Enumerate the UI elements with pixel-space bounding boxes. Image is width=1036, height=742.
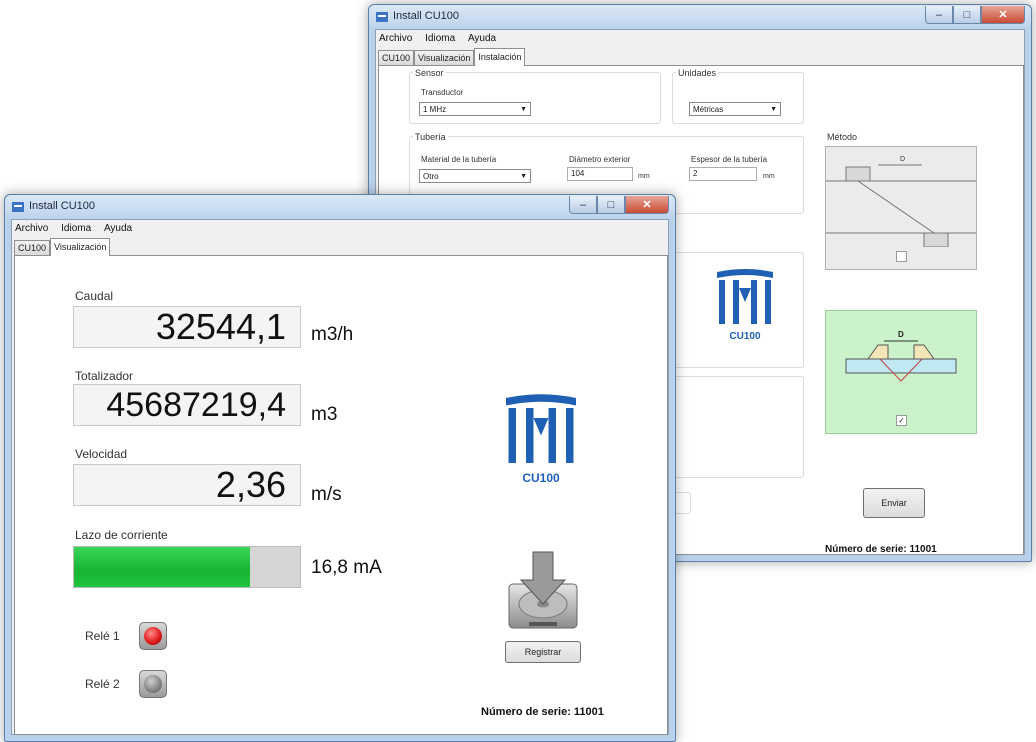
tuberia-group-label: Tubería (413, 132, 448, 142)
maximize-icon: □ (963, 8, 971, 21)
registrar-button[interactable]: Registrar (505, 641, 581, 663)
rele-1-led (144, 627, 162, 645)
hard-drive-icon (505, 550, 581, 632)
enviar-button[interactable]: Enviar (863, 488, 925, 518)
back-tab-strip: CU100 Visualización Instalación (378, 48, 526, 66)
visualizacion-panel: Caudal 32544,1 m3/h Totalizador 45687219… (14, 255, 668, 735)
tab-cu100[interactable]: CU100 (378, 50, 415, 65)
transductor-select[interactable]: 1 MHz ▼ (419, 102, 531, 116)
rele-2-indicator (139, 670, 167, 698)
method-diagram-2[interactable]: D ✓ (825, 310, 977, 434)
pipe-diagram-grey: D (826, 156, 976, 248)
sensor-group (409, 72, 661, 124)
chevron-down-icon: ▼ (520, 106, 527, 113)
method-diagram-1[interactable]: D (825, 146, 977, 270)
back-title-bar[interactable]: Install CU100 – □ ✕ (369, 5, 1031, 29)
front-serial-number: Número de serie: 11001 (481, 706, 604, 718)
unidades-group-label: Unidades (676, 68, 719, 78)
maximize-button[interactable]: □ (597, 196, 625, 214)
caudal-label: Caudal (75, 289, 114, 303)
back-menu-bar: Archivo Idioma Ayuda (376, 30, 1024, 47)
menu-idioma[interactable]: Idioma (425, 33, 455, 44)
method-2-checkbox[interactable]: ✓ (896, 415, 907, 426)
unidades-select[interactable]: Métricas ▼ (689, 102, 781, 116)
totalizador-unit: m3 (311, 404, 338, 425)
velocidad-label: Velocidad (75, 447, 128, 461)
espesor-input[interactable]: 2 (689, 167, 757, 181)
cu100-logo-back: CU100 (713, 266, 777, 346)
cu100-logo-text: CU100 (522, 471, 560, 485)
caudal-value: 32544,1 (73, 306, 301, 348)
sensor-group-label: Sensor (413, 68, 446, 78)
back-window-title: Install CU100 (393, 10, 460, 22)
front-menu-bar: Archivo Idioma Ayuda (12, 220, 668, 237)
menu-idioma[interactable]: Idioma (61, 223, 91, 234)
lazo-progress-bar (73, 546, 301, 588)
front-window: Install CU100 – □ ✕ Archivo Idioma Ayuda… (4, 194, 676, 742)
close-icon: ✕ (998, 9, 1008, 21)
espesor-unit: mm (763, 173, 775, 180)
menu-archivo[interactable]: Archivo (15, 223, 48, 234)
lazo-label: Lazo de corriente (75, 528, 168, 542)
caudal-unit: m3/h (311, 324, 354, 345)
tab-instalacion[interactable]: Instalación (474, 48, 526, 66)
menu-ayuda[interactable]: Ayuda (468, 33, 496, 44)
back-serial-number: Número de serie: 11001 (825, 544, 937, 555)
svg-text:D: D (900, 156, 905, 163)
lazo-progress-fill (74, 547, 251, 587)
front-tab-strip: CU100 Visualización (14, 238, 111, 256)
minimize-icon: – (935, 8, 943, 21)
front-title-bar[interactable]: Install CU100 – □ ✕ (5, 195, 675, 219)
tab-visualizacion[interactable]: Visualización (50, 238, 111, 256)
espesor-label: Espesor de la tubería (691, 155, 768, 164)
cu100-logo-text-back: CU100 (729, 331, 761, 342)
front-window-title: Install CU100 (29, 200, 96, 212)
rele-2-led (144, 675, 162, 693)
chevron-down-icon: ▼ (770, 106, 777, 113)
lazo-value: 16,8 mA (311, 557, 382, 578)
metodo-label: Método (827, 132, 858, 142)
close-icon: ✕ (642, 199, 652, 211)
close-button[interactable]: ✕ (625, 196, 669, 214)
diametro-unit: mm (638, 173, 650, 180)
maximize-button[interactable]: □ (953, 6, 981, 24)
cu100-logo-icon (506, 394, 576, 463)
cu100-logo-icon (717, 269, 773, 324)
cu100-logo: CU100 (501, 390, 581, 490)
diametro-label: Diámetro exterior (569, 155, 631, 164)
chevron-down-icon: ▼ (520, 173, 527, 180)
minimize-icon: – (579, 198, 587, 211)
totalizador-label: Totalizador (75, 369, 134, 383)
front-client: Archivo Idioma Ayuda CU100 Visualización… (11, 219, 669, 735)
material-select[interactable]: Otro ▼ (419, 169, 531, 183)
maximize-icon: □ (607, 198, 615, 211)
app-icon (376, 12, 388, 22)
method-1-checkbox[interactable] (896, 251, 907, 262)
menu-archivo[interactable]: Archivo (379, 33, 412, 44)
transductor-label: Transductor (421, 88, 464, 97)
totalizador-value: 45687219,4 (73, 384, 301, 426)
rele-1-label: Relé 1 (85, 629, 120, 643)
app-icon (12, 202, 24, 212)
minimize-button[interactable]: – (925, 6, 953, 24)
tab-cu100[interactable]: CU100 (14, 240, 51, 255)
diametro-input[interactable]: 104 (567, 167, 633, 181)
velocidad-unit: m/s (311, 484, 342, 505)
rele-2-label: Relé 2 (85, 677, 120, 691)
velocidad-value: 2,36 (73, 464, 301, 506)
material-label: Material de la tubería (421, 155, 497, 164)
menu-ayuda[interactable]: Ayuda (104, 223, 132, 234)
unidades-group (672, 72, 804, 124)
tab-visualizacion[interactable]: Visualización (414, 50, 475, 65)
rele-1-indicator (139, 622, 167, 650)
minimize-button[interactable]: – (569, 196, 597, 214)
close-button[interactable]: ✕ (981, 6, 1025, 24)
pipe-diagram-green: D (845, 330, 957, 382)
svg-text:D: D (898, 330, 904, 339)
